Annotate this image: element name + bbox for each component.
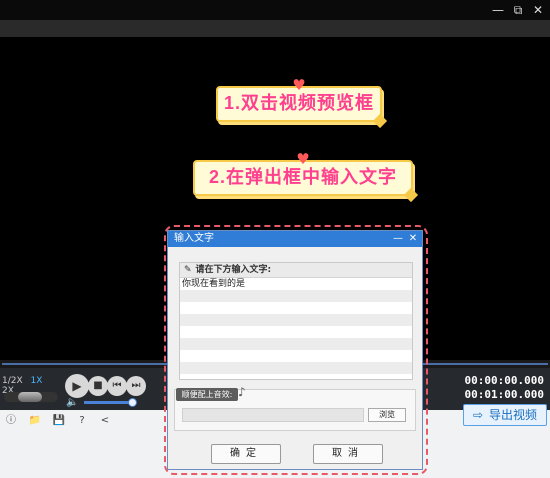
restore-icon[interactable]: ⧉	[510, 2, 526, 18]
text-line[interactable]	[180, 326, 412, 338]
text-line[interactable]	[180, 290, 412, 302]
volume-icon[interactable]: 🔈	[66, 398, 78, 408]
dialog-minimize-icon[interactable]: —	[391, 232, 405, 245]
close-icon[interactable]: ✕	[530, 2, 546, 18]
text-line[interactable]	[180, 314, 412, 326]
save-icon[interactable]: 💾	[52, 414, 66, 428]
volume-knob[interactable]	[128, 398, 137, 407]
previous-button[interactable]: ⏮	[107, 376, 127, 396]
callout-step-2: ♥ 2.在弹出框中输入文字	[193, 151, 419, 203]
share-icon[interactable]: <	[98, 414, 112, 428]
text-input-panel: ✎ 请在下方输入文字: 你现在看到的是	[179, 262, 413, 380]
speed-half[interactable]: 1/2X	[2, 376, 23, 386]
export-icon: ⇨	[472, 408, 484, 422]
minimize-icon[interactable]: —	[490, 2, 506, 18]
current-time: 00:00:00.000	[464, 374, 544, 387]
export-video-button[interactable]: ⇨ 导出视频	[463, 404, 547, 426]
browse-button[interactable]: 浏览	[368, 408, 406, 422]
stop-button[interactable]: ■	[88, 376, 108, 396]
text-line[interactable]	[180, 350, 412, 362]
dialog-title-bar: 输入文字 — ✕	[168, 231, 422, 247]
next-button[interactable]: ⏭	[126, 376, 146, 396]
dialog-title: 输入文字	[174, 233, 214, 244]
help-icon[interactable]: ?	[75, 414, 89, 428]
speed-selector: 1/2X 1X 2X	[2, 376, 58, 396]
total-time: 00:01:00.000	[464, 388, 544, 401]
folder-icon[interactable]: 📁	[28, 414, 42, 428]
export-video-label: 导出视频	[489, 408, 538, 422]
text-line[interactable]	[180, 302, 412, 314]
text-line[interactable]	[180, 338, 412, 350]
cancel-button[interactable]: 取消	[313, 444, 383, 464]
heart-icon: ♥	[296, 150, 310, 168]
confirm-button[interactable]: 确定	[211, 444, 281, 464]
text-input-heading-label: 请在下方输入文字:	[195, 265, 272, 275]
sound-file-field[interactable]	[182, 408, 364, 422]
text-input-area[interactable]: 你现在看到的是	[180, 278, 412, 290]
sound-effect-label: 顺便配上音效:	[176, 388, 238, 401]
speed-slider-knob[interactable]	[18, 392, 42, 402]
pen-icon: ✎	[184, 265, 192, 275]
text-input-heading: ✎ 请在下方输入文字:	[180, 263, 412, 278]
menu-bar	[0, 20, 550, 37]
music-note-icon: ♪	[238, 385, 246, 399]
dialog-close-icon[interactable]: ✕	[406, 232, 420, 245]
play-button[interactable]: ▶	[65, 374, 89, 398]
speed-normal[interactable]: 1X	[31, 376, 43, 386]
info-icon[interactable]: ⓘ	[4, 414, 18, 428]
title-bar: — ⧉ ✕	[0, 0, 550, 20]
callout-step-1: ♥ 1.双击视频预览框	[216, 77, 388, 129]
volume-slider[interactable]	[84, 401, 132, 404]
text-line[interactable]	[180, 362, 412, 374]
heart-icon: ♥	[292, 76, 306, 94]
